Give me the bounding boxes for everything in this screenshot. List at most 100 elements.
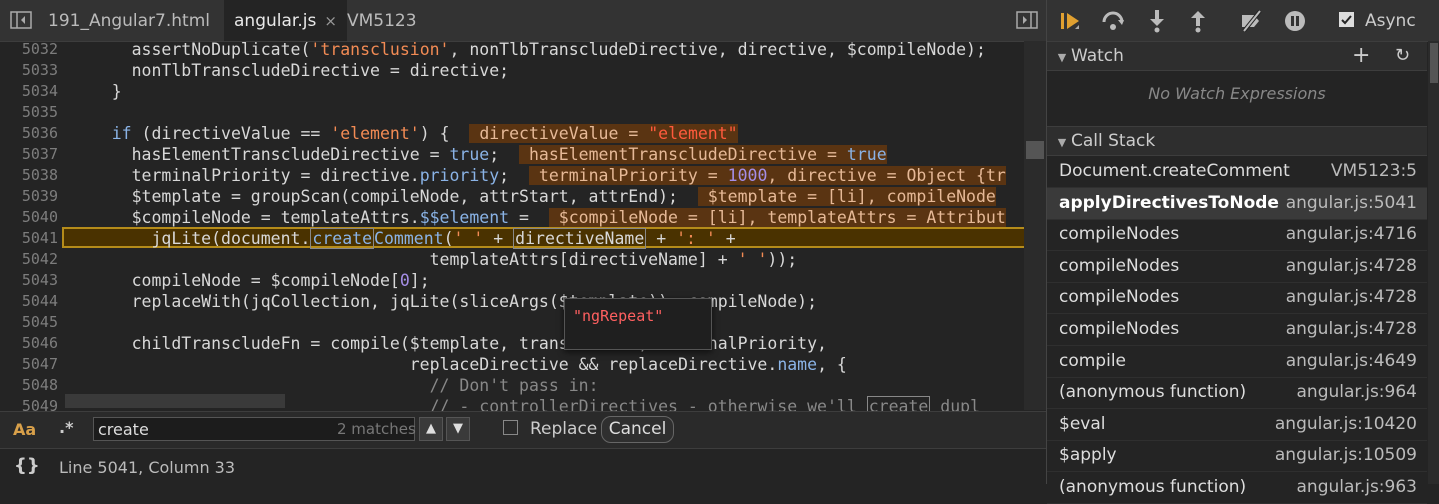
resume-icon[interactable] — [1059, 9, 1083, 33]
call-frame[interactable]: compileNodes angular.js:4728 — [1047, 314, 1427, 346]
frame-location[interactable]: angular.js:964 — [1297, 377, 1418, 408]
async-label: Async — [1365, 11, 1416, 31]
popover-value: "ngRepeat" — [573, 307, 664, 325]
watch-section-header[interactable]: ▼ Watch + ↻ — [1047, 41, 1427, 71]
search-bar: Aa .* 2 matches ▲ ▼ Replace Cancel — [0, 411, 1046, 448]
code-line: 5041 jqLite(document. create Comment(' ' +… — [21, 228, 736, 249]
step-out-icon[interactable] — [1186, 9, 1210, 33]
code-line: 5042 templateAttrs[directiveName] + ' ')… — [21, 250, 798, 269]
frame-location[interactable]: angular.js:10509 — [1275, 440, 1417, 471]
code-line: 5038 terminalPriority = directive.priori… — [21, 166, 1006, 185]
code-line: 5036 if (directiveValue == 'element') { … — [21, 124, 738, 143]
call-frame[interactable]: (anonymous function) angular.js:964 — [1047, 377, 1427, 410]
frame-function: compileNodes — [1059, 224, 1180, 245]
call-frame[interactable]: $apply angular.js:10509 — [1047, 440, 1427, 473]
call-frame[interactable]: Document.createComment VM5123:5 — [1047, 156, 1427, 188]
call-frame[interactable]: $eval angular.js:10420 — [1047, 409, 1427, 441]
add-watch-icon[interactable]: + — [1352, 42, 1370, 70]
toggle-navigator-icon[interactable] — [10, 10, 32, 30]
scroll-thumb[interactable] — [1430, 43, 1438, 83]
frame-location[interactable]: angular.js:4716 — [1286, 219, 1417, 250]
cursor-position: Line 5041, Column 33 — [59, 458, 236, 477]
code-line: 5048 // Don't pass in: — [21, 376, 599, 395]
debugger-sidebar: Async ▼ Watch + ↻ No Watch Expressions ▼ C… — [1046, 0, 1439, 504]
match-count: 2 matches — [337, 420, 416, 438]
frame-location[interactable]: angular.js:4728 — [1286, 282, 1417, 313]
code-line: 5045 — [21, 313, 58, 331]
call-frame[interactable]: compileNodes angular.js:4728 — [1047, 251, 1427, 283]
frame-function: compile — [1059, 350, 1127, 371]
vertical-scrollbar[interactable] — [1024, 41, 1046, 410]
code-area[interactable]: 5032 assertNoDuplicate('transclusion', n… — [0, 41, 1046, 411]
frame-location[interactable]: angular.js:10420 — [1275, 409, 1417, 440]
call-frame[interactable]: applyDirectivesToNode angular.js:5041 — [1047, 187, 1427, 220]
call-stack-section-header[interactable]: ▼ Call Stack — [1047, 126, 1427, 156]
frame-function: Document.createComment — [1059, 161, 1290, 181]
tab-angular-js[interactable]: angular.js × — [224, 0, 347, 41]
code-line: 5047 replaceDirective && replaceDirectiv… — [21, 355, 847, 374]
refresh-icon[interactable]: ↻ — [1395, 42, 1410, 70]
call-frame[interactable]: (anonymous function) angular.js:963 — [1047, 472, 1427, 504]
editor-tab-bar: 191_Angular7.html angular.js × VM5123 — [0, 0, 1046, 42]
frame-location[interactable]: angular.js:4728 — [1286, 251, 1417, 282]
collapse-triangle-icon: ▼ — [1057, 51, 1067, 64]
scroll-thumb[interactable] — [1026, 141, 1044, 159]
code-line: 5039 $template = groupScan(compileNode, … — [21, 187, 996, 206]
watch-empty-message: No Watch Expressions — [1148, 84, 1326, 103]
frame-function: (anonymous function) — [1059, 382, 1247, 403]
pause-on-exceptions-icon[interactable] — [1283, 9, 1307, 33]
tab-label: VM5123 — [347, 11, 417, 31]
debugger-toolbar: Async — [1047, 0, 1439, 42]
replace-label: Replace — [530, 419, 598, 439]
replace-checkbox[interactable] — [503, 420, 518, 435]
regex-toggle[interactable]: .* — [59, 418, 73, 437]
horizontal-scrollbar[interactable] — [65, 394, 285, 408]
sidebar-scrollbar[interactable] — [1428, 41, 1439, 484]
frame-function: $eval — [1059, 413, 1106, 434]
case-sensitive-toggle[interactable]: Aa — [13, 420, 36, 439]
frame-function: applyDirectivesToNode — [1059, 192, 1279, 213]
source-editor: 191_Angular7.html angular.js × VM5123 503… — [0, 0, 1046, 485]
cancel-button[interactable]: Cancel — [601, 416, 674, 443]
code-line: 5034 } — [21, 82, 122, 101]
find-previous-button[interactable]: ▲ — [419, 417, 443, 441]
frame-function: compileNodes — [1059, 287, 1180, 308]
status-bar: {} Line 5041, Column 33 — [0, 448, 1046, 485]
call-stack-title: Call Stack — [1071, 131, 1156, 151]
call-frame[interactable]: compileNodes angular.js:4728 — [1047, 282, 1427, 315]
frame-location[interactable]: angular.js:4728 — [1286, 314, 1417, 345]
step-into-icon[interactable] — [1145, 9, 1169, 33]
code-line: 5044 replaceWith(jqCollection, jqLite(sl… — [21, 292, 818, 311]
value-popover: "ngRepeat" — [564, 298, 712, 350]
pretty-print-button[interactable]: {} — [14, 455, 40, 476]
code-line: 5046 childTranscludeFn = compile($templa… — [21, 334, 827, 353]
tab-191-angular7[interactable]: 191_Angular7.html — [38, 0, 220, 41]
frame-location[interactable]: angular.js:5041 — [1286, 188, 1417, 219]
code-line: 5040 $compileNode = templateAttrs.$$elem… — [21, 208, 1006, 227]
tab-vm5123[interactable]: VM5123 — [337, 0, 427, 41]
call-frame[interactable]: compileNodes angular.js:4716 — [1047, 219, 1427, 252]
watch-title: Watch — [1071, 46, 1124, 66]
code-line: 5032 assertNoDuplicate('transclusion', n… — [21, 41, 986, 59]
step-over-icon[interactable] — [1101, 9, 1125, 33]
frame-function: compileNodes — [1059, 319, 1180, 339]
frame-function: (anonymous function) — [1059, 477, 1247, 497]
tab-label: angular.js — [234, 11, 317, 31]
close-tab-icon[interactable]: × — [324, 12, 337, 30]
toggle-debugger-icon[interactable] — [1016, 10, 1038, 30]
frame-function: $apply — [1059, 445, 1117, 466]
code-line: 5043 compileNode = $compileNode[0]; — [21, 271, 430, 290]
code-line: 5033 nonTlbTranscludeDirective = directi… — [21, 61, 510, 80]
collapse-triangle-icon: ▼ — [1057, 136, 1067, 149]
code-line: 5037 hasElementTranscludeDirective = tru… — [21, 145, 887, 164]
call-frame[interactable]: compile angular.js:4649 — [1047, 346, 1427, 378]
frame-function: compileNodes — [1059, 255, 1180, 276]
find-next-button[interactable]: ▼ — [446, 417, 470, 441]
deactivate-breakpoints-icon[interactable] — [1239, 9, 1263, 33]
frame-location[interactable]: angular.js:4649 — [1286, 346, 1417, 377]
code-line: 5035 — [21, 103, 58, 121]
tab-label: 191_Angular7.html — [48, 11, 210, 31]
async-checkbox[interactable] — [1339, 12, 1354, 27]
frame-location[interactable]: VM5123:5 — [1331, 156, 1417, 187]
frame-location[interactable]: angular.js:963 — [1297, 472, 1418, 503]
